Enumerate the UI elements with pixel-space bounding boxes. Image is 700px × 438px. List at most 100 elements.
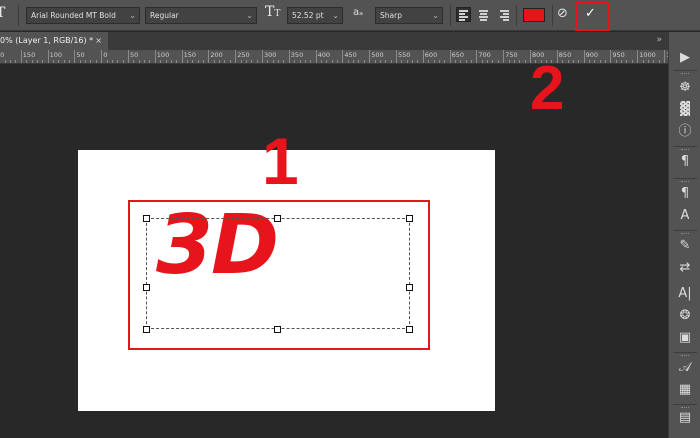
ruler-label: 750	[505, 51, 518, 59]
character-icon[interactable]: A|	[677, 286, 693, 302]
ruler-minor-tick	[203, 60, 205, 63]
ruler-minor-tick	[615, 60, 617, 63]
stamp-icon[interactable]: ❂	[677, 308, 693, 324]
play-icon[interactable]: ▶	[677, 50, 693, 66]
chevron-down-icon: ⌄	[129, 11, 136, 20]
ruler-minor-tick	[69, 60, 71, 63]
histogram-icon[interactable]: ▓	[677, 102, 693, 118]
ruler-minor-tick	[95, 60, 97, 63]
font-family-dropdown[interactable]: Arial Rounded MT Bold ⌄	[26, 7, 140, 24]
chevron-down-icon: ⌄	[246, 11, 253, 20]
align-right-button[interactable]	[496, 7, 511, 22]
panel-divider	[673, 352, 697, 353]
info-icon[interactable]: ⓘ	[677, 124, 693, 140]
ruler-label: 100	[49, 51, 63, 59]
ruler-minor-tick	[653, 60, 655, 63]
ruler-label: 1000	[639, 51, 656, 59]
ruler-minor-tick	[63, 60, 65, 63]
panel-grip[interactable]	[681, 407, 689, 409]
ruler-minor-tick	[567, 60, 569, 63]
document-tab[interactable]: 0% (Layer 1, RGB/16) * ×	[0, 32, 108, 50]
ruler-minor-tick	[363, 60, 365, 63]
ruler-minor-tick	[492, 60, 494, 63]
text-orientation-icon[interactable]: T	[0, 5, 5, 22]
ruler-label: 150	[183, 51, 197, 59]
ruler-minor-tick	[219, 60, 221, 63]
panel-grip[interactable]	[681, 355, 689, 357]
ruler-tick	[208, 50, 210, 63]
ruler-label: 700	[478, 51, 491, 59]
chevron-down-icon: ⌄	[332, 11, 339, 20]
panel-grip[interactable]	[681, 233, 689, 235]
adjust-icon[interactable]: ⇄	[677, 260, 693, 276]
ruler-minor-tick	[144, 60, 146, 63]
paragraph-styles-icon[interactable]: ¶	[677, 186, 693, 202]
align-left-button[interactable]	[456, 7, 471, 22]
ruler-tick	[422, 50, 424, 63]
ruler-minor-tick	[385, 60, 387, 63]
close-icon[interactable]: ×	[95, 32, 102, 50]
ruler-tick	[181, 50, 183, 63]
panel-grip[interactable]	[681, 181, 689, 183]
align-center-button[interactable]	[476, 7, 491, 22]
ruler-minor-tick	[42, 60, 44, 63]
paragraph-icon[interactable]: ¶	[677, 154, 693, 170]
ruler-minor-tick	[626, 60, 628, 63]
layers-icon[interactable]: ▣	[677, 330, 693, 346]
panel-grip[interactable]	[681, 149, 689, 151]
ruler-minor-tick	[106, 60, 108, 63]
ruler-tick	[476, 50, 478, 63]
character-styles-icon[interactable]: A	[677, 208, 693, 224]
font-size-icon: TT	[265, 4, 281, 20]
ruler-minor-tick	[304, 60, 306, 63]
ruler-minor-tick	[412, 60, 414, 63]
font-size-dropdown[interactable]: 52.52 pt ⌄	[287, 7, 343, 24]
notes-icon[interactable]: ▤	[677, 410, 693, 426]
font-style-value: Regular	[150, 11, 179, 20]
ruler-minor-tick	[256, 60, 258, 63]
ruler-tick	[369, 50, 371, 63]
brush-icon[interactable]: ✎	[677, 238, 693, 254]
glyphs-icon[interactable]: 𝒜	[677, 360, 693, 376]
ruler-tick	[101, 50, 103, 63]
ruler-minor-tick	[471, 60, 473, 63]
ruler-minor-tick	[90, 60, 92, 63]
ruler-minor-tick	[283, 60, 285, 63]
horizontal-ruler[interactable]: 5015010050050100150200250300350400450500…	[0, 50, 668, 64]
ruler-minor-tick	[213, 60, 215, 63]
sun-icon[interactable]: ☸	[677, 80, 693, 96]
text-color-swatch[interactable]	[523, 8, 545, 22]
ruler-minor-tick	[481, 60, 483, 63]
ruler-minor-tick	[79, 60, 81, 63]
ruler-minor-tick	[170, 60, 172, 63]
ruler-minor-tick	[31, 60, 33, 63]
panel-divider	[673, 178, 697, 179]
ruler-label: 650	[451, 51, 465, 59]
ruler-label: 50	[0, 51, 5, 59]
layer-comps-icon[interactable]: ▦	[677, 382, 693, 398]
ruler-tick	[664, 50, 665, 63]
font-style-dropdown[interactable]: Regular ⌄	[145, 7, 257, 24]
ruler-tick	[637, 50, 639, 63]
antialias-dropdown[interactable]: Sharp ⌄	[375, 7, 443, 24]
ruler-label: 600	[424, 51, 438, 59]
ruler-minor-tick	[176, 60, 178, 63]
ruler-minor-tick	[165, 60, 167, 63]
ruler-minor-tick	[58, 60, 60, 63]
ruler-minor-tick	[294, 60, 296, 63]
ruler-minor-tick	[10, 60, 12, 63]
ruler-label: 500	[371, 51, 384, 59]
ruler-minor-tick	[444, 60, 446, 63]
ruler-minor-tick	[26, 60, 28, 63]
panel-grip[interactable]	[681, 73, 689, 75]
panel-divider	[673, 146, 697, 147]
ruler-minor-tick	[149, 60, 151, 63]
ruler-minor-tick	[353, 60, 355, 63]
tab-overflow-icon[interactable]: »	[656, 35, 662, 45]
ruler-minor-tick	[52, 60, 54, 63]
cancel-icon[interactable]: ⊘	[557, 6, 568, 23]
ruler-minor-tick	[438, 60, 440, 63]
ruler-minor-tick	[417, 60, 419, 63]
ruler-tick	[74, 50, 76, 63]
ruler-minor-tick	[320, 60, 322, 63]
